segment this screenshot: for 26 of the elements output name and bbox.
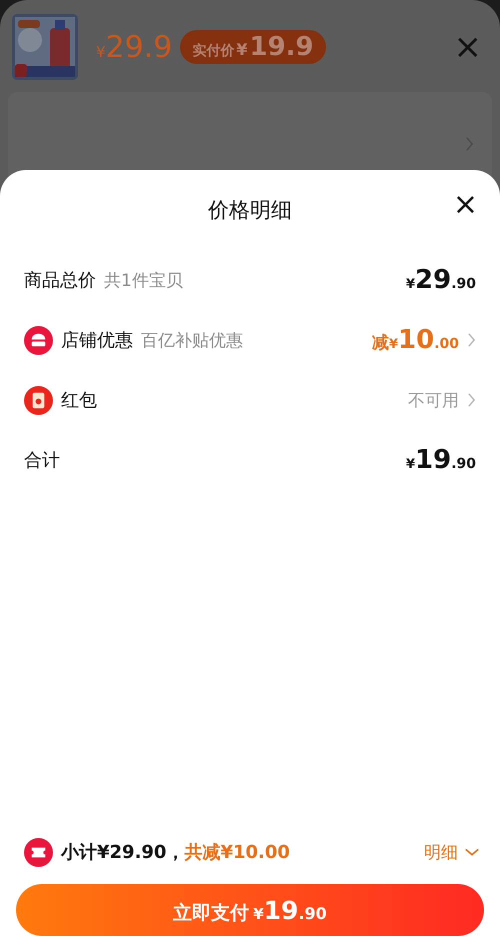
product-price: ¥29.9 bbox=[96, 30, 172, 64]
chevron-down-icon bbox=[464, 847, 480, 857]
details-toggle[interactable]: 明细 bbox=[424, 840, 480, 864]
row-label: 红包 bbox=[61, 389, 97, 412]
amount: ¥29.90 bbox=[406, 265, 476, 295]
row-note: 百亿补贴优惠 bbox=[141, 330, 243, 352]
ticket-icon bbox=[24, 838, 53, 866]
row-note: 共1件宝贝 bbox=[104, 270, 183, 292]
row-label: 店铺优惠 bbox=[61, 329, 133, 352]
actual-price-badge: 实付价¥19.9 bbox=[180, 30, 326, 64]
chevron-icon bbox=[467, 392, 476, 408]
close-button[interactable]: × bbox=[454, 30, 482, 64]
status-text: 不可用 bbox=[408, 390, 459, 412]
pay-button[interactable]: 立即支付 ¥19.90 bbox=[16, 884, 484, 936]
amount: 减¥10.00 bbox=[372, 325, 459, 355]
close-button[interactable]: × bbox=[452, 190, 478, 220]
chevron-icon bbox=[467, 332, 476, 348]
saved-amount: 共减¥10.00 bbox=[184, 841, 290, 864]
shop-icon bbox=[24, 326, 53, 354]
envelope-icon bbox=[24, 386, 53, 414]
row-label: 合计 bbox=[24, 449, 60, 472]
row-label: 商品总价 bbox=[24, 269, 96, 292]
amount: ¥19.90 bbox=[406, 445, 476, 475]
chevron-icon bbox=[465, 136, 474, 152]
sheet-title: 价格明细 bbox=[208, 197, 292, 224]
subtotal-text: 小计¥29.90， bbox=[61, 841, 184, 864]
